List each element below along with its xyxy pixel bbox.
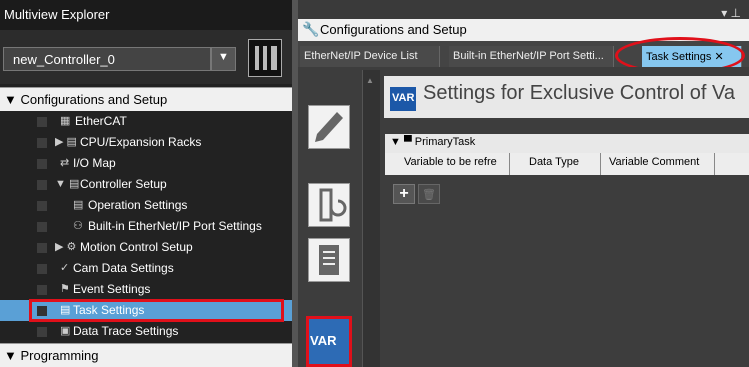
var-icon: VAR [390,87,416,111]
chevron-down-icon[interactable]: ▼ [211,47,236,71]
section-programming[interactable]: ▼ Programming [0,343,292,367]
tree-item-ethercat[interactable]: ▦ EtherCAT [0,111,292,132]
tree-item-operation-settings[interactable]: ▤ Operation Settings [0,195,292,216]
add-button[interactable]: + [393,184,415,204]
list-button[interactable] [308,238,350,282]
controller-select[interactable]: new_Controller_0 [3,47,211,71]
page-title: Settings for Exclusive Control of Va [423,82,735,104]
col-variable[interactable]: Variable to be refre [404,156,497,168]
tree-item-motion-control[interactable]: ▶ ⚙ Motion Control Setup [0,237,292,258]
scroll-up-icon[interactable]: ▲ [366,76,374,85]
tree-item-event-settings[interactable]: ⚑ Event Settings [0,279,292,300]
task-settings-highlight [29,299,284,322]
column-divider [714,153,715,175]
tree-item-io-map[interactable]: ⇄ I/O Map [0,153,292,174]
restore-icon [319,188,347,222]
section-configurations-setup[interactable]: ▼ Configurations and Setup [0,87,292,111]
motion-icon: ▶ ⚙ [55,241,77,253]
pencil-icon [315,112,343,142]
tab-ethernet-device-list[interactable]: EtherNet/IP Device List [300,46,440,67]
var-button-label: VAR [310,333,337,348]
io-map-icon: ⇄ [60,157,70,169]
column-divider [509,153,510,175]
tree-item-controller-setup[interactable]: ▼ ▤ Controller Setup [0,174,292,195]
side-scrollbar[interactable] [362,70,380,367]
tree-item-data-trace[interactable]: ▣ Data Trace Settings [0,321,292,342]
delete-icon[interactable]: 🗑 [418,184,440,204]
tree-item-cam-data[interactable]: ✓ Cam Data Settings [0,258,292,279]
tree-item-cpu-racks[interactable]: ▶ ▤ CPU/Expansion Racks [0,132,292,153]
col-variable-comment[interactable]: Variable Comment [609,156,699,168]
primary-task-group[interactable]: ▼ ▀ PrimaryTask [385,134,749,153]
pin-icon[interactable]: ▾ ⊥ [721,6,741,20]
rack-icon: ▶ ▤ [55,136,77,148]
flag-icon: ⚑ [60,283,70,295]
controller-setup-icon: ▼ ▤ [55,178,80,190]
tree-item-ethernet-port[interactable]: ⚇ Built-in EtherNet/IP Port Settings [0,216,292,237]
col-data-type[interactable]: Data Type [529,156,579,168]
controller-icon [248,39,282,77]
network-icon: ⚇ [73,220,83,232]
restore-button[interactable] [308,183,350,227]
explorer-title: Multiview Explorer [0,0,292,30]
column-divider [600,153,601,175]
document-list-icon [319,245,339,275]
settings-icon: ▤ [73,199,84,211]
edit-pencil-button[interactable] [308,105,350,149]
trace-icon: ▣ [60,325,71,337]
ethercat-icon: ▦ [60,115,71,127]
tab-port-settings[interactable]: Built-in EtherNet/IP Port Setti... [449,46,614,67]
cam-icon: ✓ [60,262,70,274]
wrench-icon: 🔧 [302,21,320,37]
